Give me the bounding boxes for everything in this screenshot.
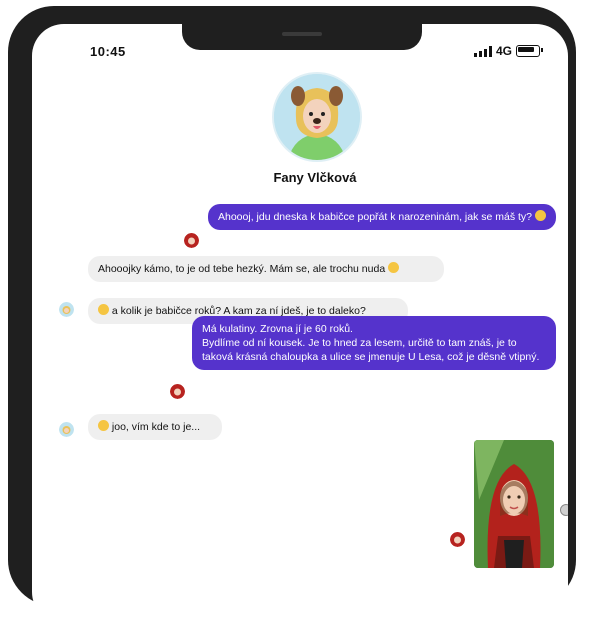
message-text-line: Bydlíme od ní kousek. Je to hned za lese… (202, 337, 540, 363)
smile-emoji-icon (534, 210, 546, 221)
sender-avatar (170, 384, 185, 399)
network-label: 4G (495, 44, 512, 58)
image-message[interactable] (474, 440, 554, 568)
message-text: joo, vím kde to je... (111, 421, 201, 433)
sender-avatar (450, 532, 465, 547)
battery-icon (516, 45, 543, 57)
contact-mini-avatar (59, 422, 74, 437)
message-incoming[interactable]: joo, vím kde to je... (88, 414, 222, 440)
contact-mini-avatar (59, 302, 74, 317)
reaction-icon[interactable] (560, 504, 568, 516)
phone-frame: 10:45 4G Fany Vlčková Ahoooj, jdu dneska… (8, 6, 576, 624)
status-time: 10:45 (90, 44, 126, 59)
smile-emoji-icon (98, 304, 109, 315)
contact-name: Fany Vlčková (273, 170, 357, 185)
message-outgoing[interactable]: Ahoooj, jdu dneska k babičce popřát k na… (208, 204, 556, 230)
message-text-line: Má kulatiny. Zrovna jí je 60 roků. (202, 323, 353, 335)
bored-emoji-icon (388, 262, 400, 273)
message-text: Ahooojky kámo, to je od tebe hezký. Mám … (98, 263, 386, 275)
message-text: Ahoooj, jdu dneska k babičce popřát k na… (218, 211, 533, 223)
contact-avatar[interactable] (272, 72, 362, 162)
message-outgoing[interactable]: Má kulatiny. Zrovna jí je 60 roků. Bydlí… (192, 316, 556, 370)
phone-screen: 10:45 4G Fany Vlčková Ahoooj, jdu dneska… (32, 24, 568, 624)
message-incoming[interactable]: Ahooojky kámo, to je od tebe hezký. Mám … (88, 256, 444, 282)
sender-avatar (184, 233, 199, 248)
status-indicators: 4G (473, 44, 543, 58)
phone-notch (182, 24, 422, 50)
smile-emoji-icon (98, 420, 109, 431)
signal-icon (473, 45, 492, 57)
